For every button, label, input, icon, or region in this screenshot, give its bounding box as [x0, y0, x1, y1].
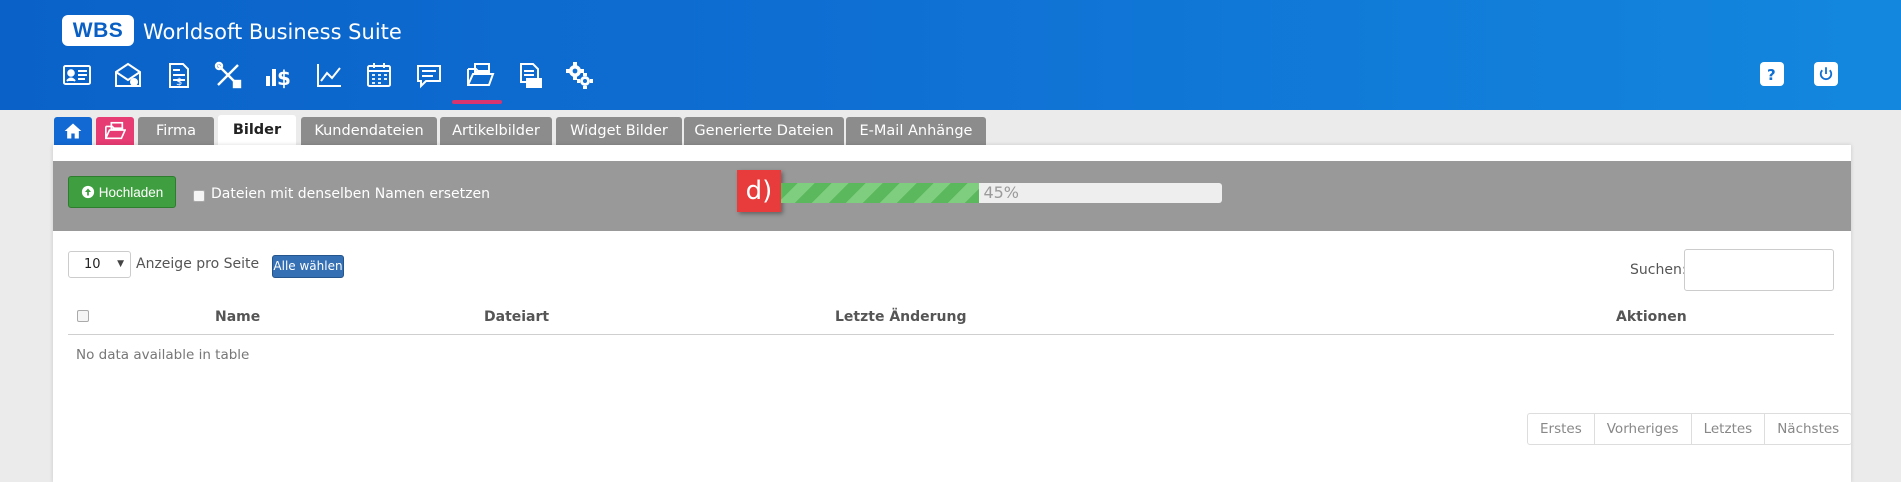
- app-title: Worldsoft Business Suite: [143, 20, 402, 44]
- tab-artikelbilder[interactable]: Artikelbilder: [440, 117, 552, 145]
- select-all-rows-checkbox[interactable]: [77, 310, 89, 322]
- tab-email-anhaenge[interactable]: E-Mail Anhänge: [846, 117, 986, 145]
- column-header-aktionen: Aktionen: [1616, 309, 1687, 325]
- tab-bilder[interactable]: Bilder: [218, 115, 296, 145]
- page-size-select[interactable]: 10 ▼: [68, 251, 131, 278]
- upload-button-label: Hochladen: [98, 184, 164, 200]
- pagination: Erstes Vorheriges Letztes Nächstes: [1527, 413, 1853, 445]
- tab-generierte-dateien[interactable]: Generierte Dateien: [684, 117, 844, 145]
- help-icon[interactable]: ?: [1760, 62, 1784, 86]
- pagination-next[interactable]: Nächstes: [1765, 414, 1851, 444]
- documents-icon[interactable]: [513, 58, 547, 92]
- upload-progress-text: 45%: [983, 183, 1019, 202]
- active-nav-indicator: [452, 100, 502, 104]
- statistics-icon[interactable]: [312, 58, 346, 92]
- upload-icon: [81, 185, 94, 199]
- per-page-label: Anzeige pro Seite: [136, 256, 260, 272]
- upload-progress-fill: [781, 183, 980, 203]
- mail-settings-icon[interactable]: [111, 58, 145, 92]
- app-header: [0, 0, 1901, 110]
- select-all-button[interactable]: Alle wählen: [272, 255, 344, 278]
- pagination-first[interactable]: Erstes: [1528, 414, 1595, 444]
- tools-icon[interactable]: [211, 58, 245, 92]
- replace-files-label: Dateien mit denselben Namen ersetzen: [211, 186, 490, 202]
- pagination-previous[interactable]: Vorheriges: [1595, 414, 1692, 444]
- column-header-letzte-aenderung[interactable]: Letzte Änderung: [835, 309, 967, 325]
- invoice-icon[interactable]: $: [161, 58, 195, 92]
- page-size-value: 10: [84, 257, 101, 272]
- column-header-name[interactable]: Name: [215, 309, 260, 325]
- svg-text:?: ?: [1767, 66, 1776, 84]
- power-icon[interactable]: [1814, 62, 1838, 86]
- home-icon: [64, 123, 82, 139]
- contact-card-icon[interactable]: [60, 58, 94, 92]
- table-empty-message: No data available in table: [76, 347, 250, 363]
- annotation-marker: d): [737, 170, 781, 212]
- pagination-last[interactable]: Letztes: [1692, 414, 1766, 444]
- finance-icon[interactable]: $: [261, 58, 295, 92]
- chevron-down-icon: ▼: [117, 259, 124, 269]
- upload-progress-bar: 45%: [781, 183, 1222, 203]
- table-header-divider: [68, 334, 1834, 335]
- svg-text:$: $: [176, 77, 182, 88]
- tab-widget-bilder[interactable]: Widget Bilder: [556, 117, 682, 145]
- calendar-icon[interactable]: [362, 58, 396, 92]
- tab-kundendateien[interactable]: Kundendateien: [301, 117, 437, 145]
- search-label: Suchen:: [1630, 262, 1687, 278]
- folder-image-icon: [105, 121, 126, 140]
- svg-text:$: $: [277, 66, 291, 90]
- app-logo[interactable]: WBS: [62, 15, 134, 46]
- tab-home[interactable]: [54, 117, 92, 145]
- comments-icon[interactable]: [412, 58, 446, 92]
- upload-button[interactable]: Hochladen: [68, 176, 176, 208]
- column-header-dateiart[interactable]: Dateiart: [484, 309, 549, 325]
- tab-images-section[interactable]: [96, 117, 134, 145]
- file-manager-icon[interactable]: [463, 58, 497, 92]
- search-input[interactable]: [1684, 249, 1834, 291]
- replace-files-checkbox[interactable]: [193, 190, 205, 202]
- tab-firma[interactable]: Firma: [138, 117, 214, 145]
- settings-icon[interactable]: [562, 58, 596, 92]
